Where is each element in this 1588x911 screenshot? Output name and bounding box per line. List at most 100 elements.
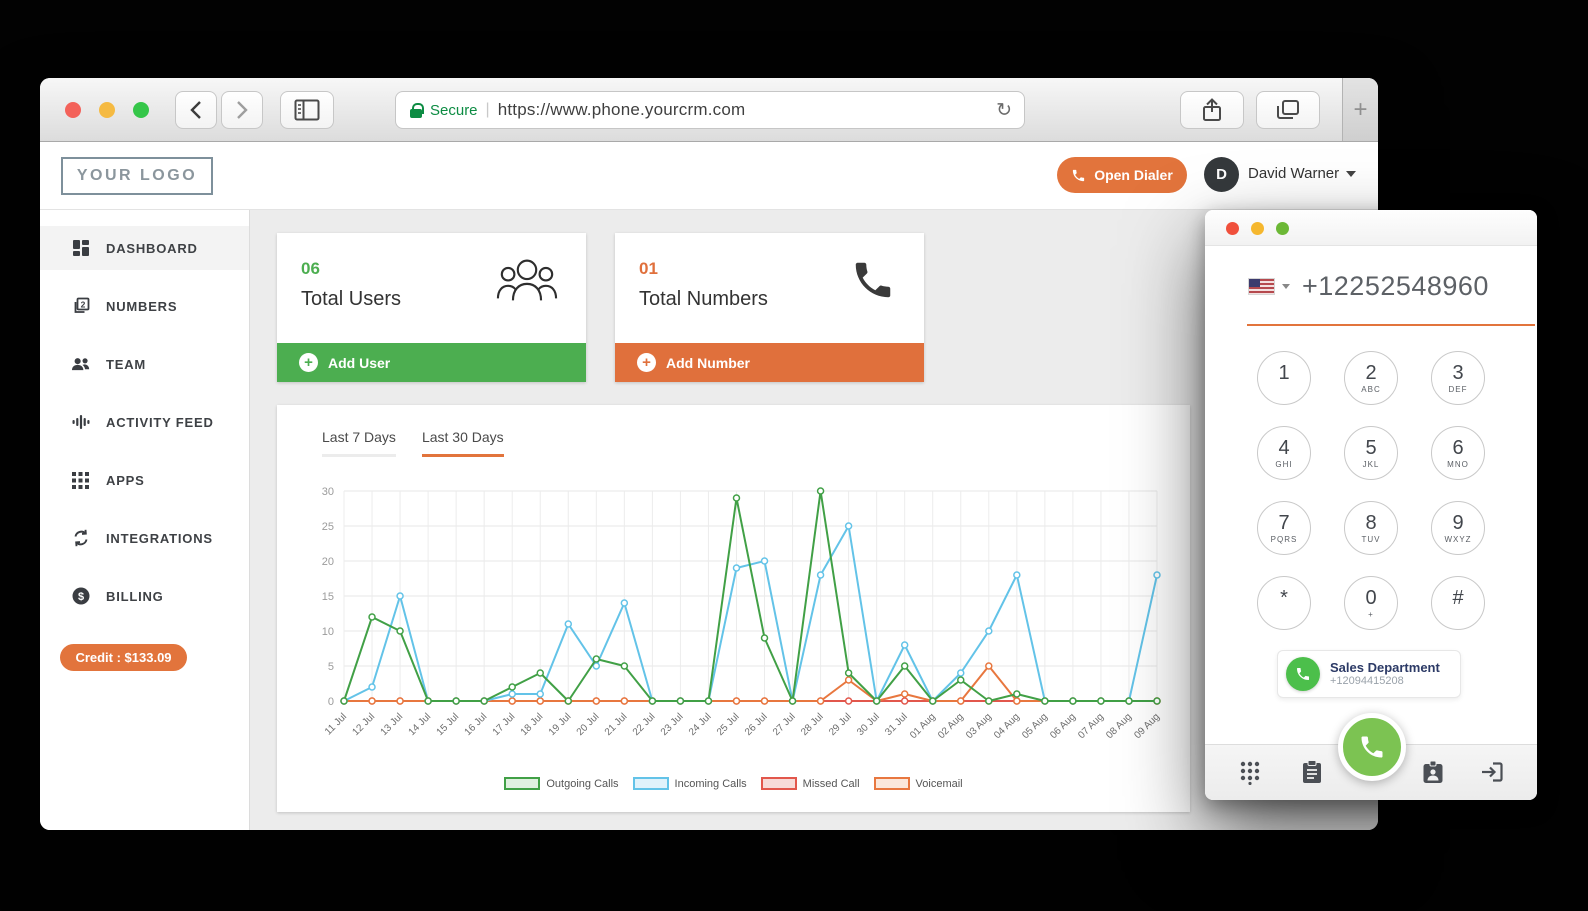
- svg-text:27 Jul: 27 Jul: [771, 711, 798, 738]
- legend-item: Voicemail: [873, 777, 963, 790]
- team-icon: [71, 355, 90, 374]
- svg-text:08 Aug: 08 Aug: [1104, 711, 1134, 741]
- svg-text:02 Aug: 02 Aug: [936, 711, 966, 741]
- us-flag-icon[interactable]: [1249, 278, 1274, 294]
- key-letters: TUV: [1361, 535, 1381, 544]
- key-letters: ABC: [1361, 385, 1381, 394]
- sidebar-item-integrations[interactable]: INTEGRATIONS: [40, 516, 249, 560]
- sidebar-item-team[interactable]: TEAM: [40, 342, 249, 386]
- key-2[interactable]: 2 ABC: [1344, 351, 1398, 405]
- total-users-body: 06 Total Users: [277, 233, 586, 343]
- exit-tab-button[interactable]: [1479, 759, 1505, 785]
- open-dialer-label: Open Dialer: [1094, 167, 1173, 183]
- numbers-icon: 2: [71, 297, 90, 316]
- tab-overview-button[interactable]: [1256, 91, 1320, 129]
- number-underline: [1247, 324, 1535, 326]
- quick-contact-number: +12094415208: [1330, 675, 1404, 687]
- key-1[interactable]: 1: [1257, 351, 1311, 405]
- svg-text:28 Jul: 28 Jul: [799, 711, 826, 738]
- key-digit: 7: [1278, 512, 1290, 534]
- window-minimize-button[interactable]: [99, 102, 115, 118]
- legend-item: Outgoing Calls: [504, 777, 619, 790]
- svg-text:12 Jul: 12 Jul: [351, 711, 378, 738]
- legend-item: Missed Call: [760, 777, 860, 790]
- svg-text:0: 0: [328, 696, 334, 708]
- window-close-button[interactable]: [65, 102, 81, 118]
- key-digit: 9: [1452, 512, 1464, 534]
- key-3[interactable]: 3 DEF: [1431, 351, 1485, 405]
- dialer-zoom-button[interactable]: [1276, 222, 1289, 235]
- contacts-tab-button[interactable]: [1421, 759, 1447, 785]
- svg-text:20: 20: [322, 556, 334, 568]
- key-0[interactable]: 0 +: [1344, 576, 1398, 630]
- sidebar-item-apps[interactable]: APPS: [40, 458, 249, 502]
- sidebar-panes-icon: [294, 99, 320, 121]
- call-button[interactable]: [1338, 713, 1406, 781]
- quick-contact-sales[interactable]: Sales Department +12094415208: [1277, 650, 1461, 698]
- sidebar-item-label: APPS: [106, 472, 145, 488]
- key-digit: 6: [1452, 437, 1464, 459]
- add-number-button[interactable]: + Add Number: [615, 343, 924, 382]
- app-header: YOUR LOGO Open Dialer D David Warner: [40, 142, 1378, 210]
- svg-text:25: 25: [322, 521, 334, 533]
- url-bar[interactable]: Secure | https://www.phone.yourcrm.com ↻: [395, 91, 1025, 129]
- key-digit: 8: [1365, 512, 1377, 534]
- key-4[interactable]: 4 GHI: [1257, 426, 1311, 480]
- legend-label: Outgoing Calls: [546, 777, 619, 790]
- share-button[interactable]: [1180, 91, 1244, 129]
- svg-text:21 Jul: 21 Jul: [603, 711, 630, 738]
- key-letters: GHI: [1275, 460, 1293, 469]
- svg-text:31 Jul: 31 Jul: [883, 711, 910, 738]
- open-dialer-button[interactable]: Open Dialer: [1057, 157, 1187, 193]
- chevron-down-icon[interactable]: [1282, 283, 1290, 289]
- key-8[interactable]: 8 TUV: [1344, 501, 1398, 555]
- dialed-number-input[interactable]: +12252548960: [1302, 271, 1489, 302]
- browser-window: Secure | https://www.phone.yourcrm.com ↻…: [40, 78, 1378, 830]
- key-7[interactable]: 7 PQRS: [1257, 501, 1311, 555]
- forward-button[interactable]: [221, 91, 263, 129]
- quick-contact-name: Sales Department: [1330, 660, 1440, 675]
- key-digit: 2: [1365, 362, 1377, 384]
- sidebar-item-billing[interactable]: $ BILLING: [40, 574, 249, 618]
- key-star[interactable]: *: [1257, 576, 1311, 630]
- add-user-button[interactable]: + Add User: [277, 343, 586, 382]
- dialer-close-button[interactable]: [1226, 222, 1239, 235]
- sidebar-item-activity-feed[interactable]: ACTIVITY FEED: [40, 400, 249, 444]
- dialer-titlebar: [1205, 210, 1537, 246]
- user-menu[interactable]: David Warner: [1248, 165, 1357, 182]
- avatar[interactable]: D: [1204, 157, 1239, 192]
- sidebar-item-dashboard[interactable]: DASHBOARD: [40, 226, 249, 270]
- reload-button[interactable]: ↻: [996, 98, 1012, 124]
- chevron-left-icon: [190, 101, 201, 119]
- dialer-minimize-button[interactable]: [1251, 222, 1264, 235]
- svg-text:25 Jul: 25 Jul: [715, 711, 742, 738]
- people-group-icon: [496, 257, 558, 308]
- call-log-tab-button[interactable]: [1300, 759, 1326, 785]
- svg-text:03 Aug: 03 Aug: [964, 711, 994, 741]
- window-zoom-button[interactable]: [133, 102, 149, 118]
- back-button[interactable]: [175, 91, 217, 129]
- exit-icon: [1482, 762, 1503, 782]
- phone-icon: [1073, 169, 1085, 181]
- sidebar-toggle-button[interactable]: [280, 91, 334, 129]
- sidebar-item-label: BILLING: [106, 588, 164, 604]
- legend-swatch: [632, 777, 669, 790]
- add-user-label: Add User: [328, 354, 391, 371]
- key-hash[interactable]: #: [1431, 576, 1485, 630]
- svg-text:11 Jul: 11 Jul: [323, 711, 349, 737]
- sidebar-item-numbers[interactable]: 2 NUMBERS: [40, 284, 249, 328]
- legend-label: Missed Call: [802, 777, 860, 790]
- chart-legend: Outgoing Calls Incoming Calls Missed Call V…: [277, 777, 1190, 790]
- keypad-tab-button[interactable]: [1238, 759, 1264, 785]
- sidebar-item-label: ACTIVITY FEED: [106, 414, 214, 430]
- chevron-right-icon: [237, 101, 248, 119]
- new-tab-button[interactable]: +: [1342, 78, 1378, 141]
- key-6[interactable]: 6 MNO: [1431, 426, 1485, 480]
- key-9[interactable]: 9 WXYZ: [1431, 501, 1485, 555]
- key-5[interactable]: 5 JKL: [1344, 426, 1398, 480]
- svg-text:26 Jul: 26 Jul: [743, 711, 770, 738]
- svg-text:2: 2: [80, 300, 85, 310]
- tab-last-30-days[interactable]: Last 30 Days: [421, 429, 504, 457]
- tab-last-7-days[interactable]: Last 7 Days: [322, 429, 396, 457]
- key-digit: #: [1452, 587, 1464, 609]
